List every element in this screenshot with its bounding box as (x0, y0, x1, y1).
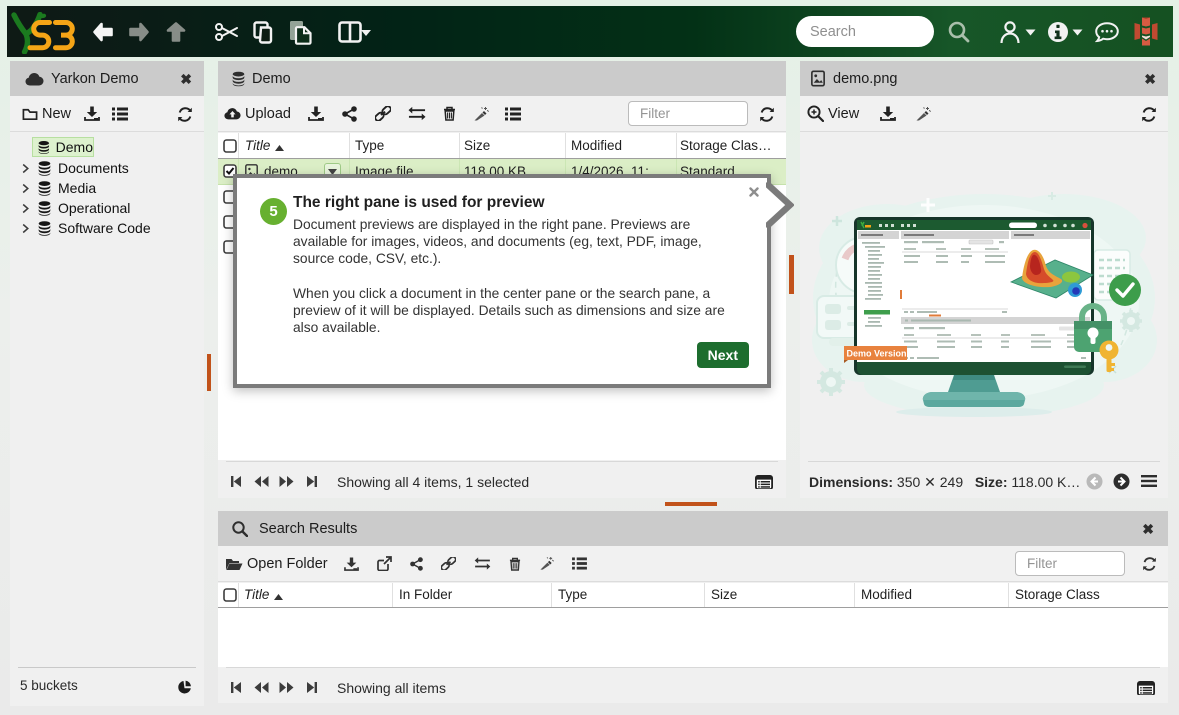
svg-text:Demo Version: Demo Version (847, 349, 907, 359)
